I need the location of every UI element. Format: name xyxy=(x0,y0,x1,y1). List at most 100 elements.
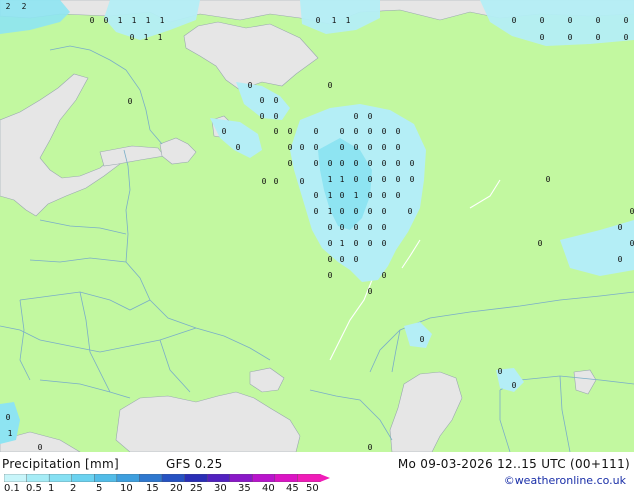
marker-label: 1 xyxy=(354,191,359,200)
marker-label: 0 xyxy=(340,207,345,216)
scale-swatch xyxy=(297,474,321,482)
marker-label: 0 xyxy=(368,191,373,200)
marker-label: 0 xyxy=(340,159,345,168)
marker-label: 0 xyxy=(382,223,387,232)
marker-label: 0 xyxy=(382,191,387,200)
scale-swatch xyxy=(116,474,141,482)
scale-tick-label: 25 xyxy=(190,483,203,494)
marker-label: 0 xyxy=(498,367,503,376)
marker-label: 0 xyxy=(104,16,109,25)
scale-tick-label: 45 xyxy=(286,483,299,494)
marker-label: 0 xyxy=(340,127,345,136)
marker-label: 1 xyxy=(118,16,123,25)
marker-label: 0 xyxy=(354,112,359,121)
scale-swatch xyxy=(48,474,73,482)
marker-label: 0 xyxy=(368,239,373,248)
marker-label: 0 xyxy=(410,159,415,168)
credit-link[interactable]: ©weatheronline.co.uk xyxy=(504,474,626,487)
marker-label: 0 xyxy=(274,177,279,186)
marker-label: 0 xyxy=(288,143,293,152)
marker-label: 1 xyxy=(328,207,333,216)
marker-label: 0 xyxy=(300,143,305,152)
marker-label: 0 xyxy=(368,175,373,184)
marker-label: 0 xyxy=(368,159,373,168)
marker-label: 0 xyxy=(260,96,265,105)
marker-label: 0 xyxy=(568,16,573,25)
marker-label: 0 xyxy=(340,143,345,152)
marker-label: 0 xyxy=(382,159,387,168)
scale-tick-label: 30 xyxy=(214,483,227,494)
scale-swatch xyxy=(26,474,50,482)
marker-label: 2 xyxy=(22,2,27,11)
marker-label: 0 xyxy=(38,443,43,452)
scale-swatch xyxy=(274,474,299,482)
marker-label: 0 xyxy=(328,223,333,232)
valid-time: Mo 09-03-2026 12..15 UTC (00+111) xyxy=(397,457,630,471)
scale-swatch xyxy=(139,474,163,482)
marker-label: 1 xyxy=(144,33,149,42)
legend-title: Precipitation [mm] xyxy=(2,457,119,471)
marker-label: 0 xyxy=(314,143,319,152)
marker-label: 0 xyxy=(288,127,293,136)
marker-label: 1 xyxy=(332,16,337,25)
scale-swatch xyxy=(71,474,95,482)
marker-label: 0 xyxy=(354,175,359,184)
marker-label: 0 xyxy=(624,16,629,25)
map-footer: Precipitation [mm] GFS 0.25 Mo 09-03-202… xyxy=(0,452,634,494)
marker-label: 0 xyxy=(314,127,319,136)
marker-label: 0 xyxy=(368,127,373,136)
marker-label: 0 xyxy=(568,33,573,42)
marker-label: 0 xyxy=(274,112,279,121)
marker-label: 1 xyxy=(160,16,165,25)
scale-swatch xyxy=(229,474,253,482)
marker-label: 0 xyxy=(368,143,373,152)
marker-label: 0 xyxy=(382,271,387,280)
marker-label: 0 xyxy=(382,239,387,248)
marker-label: 0 xyxy=(260,112,265,121)
marker-label: 0 xyxy=(328,159,333,168)
marker-label: 0 xyxy=(274,96,279,105)
marker-label: 0 xyxy=(382,207,387,216)
marker-label: 0 xyxy=(328,239,333,248)
marker-label: 0 xyxy=(396,159,401,168)
marker-label: 0 xyxy=(354,143,359,152)
scale-swatch xyxy=(206,474,231,482)
marker-label: 0 xyxy=(130,33,135,42)
scale-swatch xyxy=(4,474,28,482)
marker-label: 0 xyxy=(396,175,401,184)
scale-tick-label: 0.5 xyxy=(26,483,42,494)
marker-label: 0 xyxy=(382,175,387,184)
marker-label: 0 xyxy=(340,191,345,200)
model-name: GFS 0.25 xyxy=(166,457,223,471)
marker-label: 0 xyxy=(316,16,321,25)
marker-label: 0 xyxy=(314,159,319,168)
scale-tick-label: 1 xyxy=(48,483,55,494)
scale-swatch xyxy=(252,474,276,482)
scale-tick-label: 20 xyxy=(170,483,183,494)
marker-label: 0 xyxy=(368,207,373,216)
marker-label: 0 xyxy=(328,271,333,280)
marker-label: 0 xyxy=(354,159,359,168)
marker-label: 0 xyxy=(300,177,305,186)
marker-label: 0 xyxy=(396,143,401,152)
marker-label: 0 xyxy=(354,207,359,216)
marker-label: 0 xyxy=(512,381,517,390)
scale-swatch xyxy=(161,474,186,482)
marker-label: 0 xyxy=(340,255,345,264)
marker-label: 1 xyxy=(158,33,163,42)
marker-label: 0 xyxy=(354,255,359,264)
marker-label: 0 xyxy=(90,16,95,25)
marker-label: 1 xyxy=(340,175,345,184)
marker-label: 0 xyxy=(354,127,359,136)
marker-label: 0 xyxy=(618,255,623,264)
marker-label: 0 xyxy=(274,127,279,136)
marker-label: 0 xyxy=(546,175,551,184)
marker-label: 0 xyxy=(410,175,415,184)
marker-label: 0 xyxy=(420,335,425,344)
marker-label: 0 xyxy=(540,33,545,42)
marker-label: 0 xyxy=(382,143,387,152)
marker-label: 0 xyxy=(396,191,401,200)
marker-label: 0 xyxy=(354,223,359,232)
marker-label: 1 xyxy=(132,16,137,25)
scale-tick-label: 35 xyxy=(238,483,251,494)
